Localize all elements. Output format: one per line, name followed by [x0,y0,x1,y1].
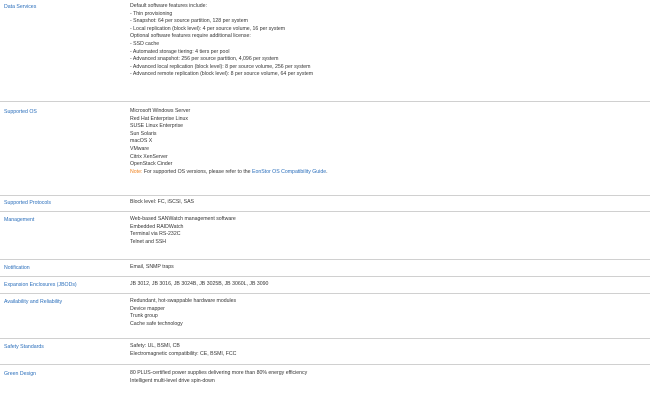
spec-value: Redundant, hot-swappable hardware module… [130,298,650,338]
spec-line: Intelligent multi-level drive spin-down [130,377,215,384]
spec-line: Red Hat Enterprise Linux [130,115,188,122]
spec-row-availability-reliability: Availability and Reliability Redundant, … [0,294,650,339]
spec-line: - Snapshot: 64 per source partition, 128… [130,18,248,25]
note-label: Note: [130,168,143,175]
spec-line: OpenStack Cinder [130,161,173,168]
spec-row-supported-protocols: Supported Protocols Block level: FC, iSC… [0,196,650,212]
spec-value: Microsoft Windows Server Red Hat Enterpr… [130,108,650,195]
spec-line: Electromagnetic compatibility: CE, BSMI,… [130,350,237,357]
spec-value: Block level: FC, iSCSI, SAS [130,199,650,211]
spec-label: Notification [4,265,30,271]
spec-line: Device mapper [130,305,165,312]
spec-row-notification: Notification Email, SNMP traps [0,260,650,277]
spec-line: - Advanced snapshot: 256 per source part… [130,56,279,63]
spec-line: - SSD cache [130,40,160,47]
spec-line: Telnet and SSH [130,238,167,245]
spec-label: Management [4,217,35,223]
specifications-table: Data Services Default software features … [0,0,650,393]
spec-line: - Thin provisioning [130,10,173,17]
compatibility-guide-link[interactable]: EonStor OS Compatibility Guide [252,169,326,175]
spec-line: Trunk group [130,313,158,320]
spec-value: Safety: UL, BSMI, CB Electromagnetic com… [130,343,650,364]
spec-line: Web-based SANWatch management software [130,216,236,222]
spec-line: Citrix XenServer [130,153,168,160]
spec-line: macOS X [130,138,153,145]
spec-line: Block level: FC, iSCSI, SAS [130,199,194,205]
spec-label: Supported OS [4,109,37,115]
note-end: . [326,168,328,175]
spec-value: Email, SNMP traps [130,264,650,276]
spec-row-supported-os: Supported OS Microsoft Windows Server Re… [0,102,650,196]
spec-line: - Automated storage tiering: 4 tiers per… [130,48,230,55]
spec-label: Supported Protocols [4,200,52,206]
spec-line: - Local replication (block level): 4 per… [130,25,286,32]
spec-label: Availability and Reliability [4,299,63,305]
spec-value: 80 PLUS-certified power supplies deliver… [130,370,650,393]
spec-value: JB 3012, JB 3016, JB 3024B, JB 3025B, JB… [130,281,650,293]
spec-label: Expansion Enclosures (JBODs) [4,282,77,288]
spec-line: - Advanced remote replication (block lev… [130,71,314,78]
spec-line: VMware [130,145,150,152]
spec-row-management: Management Web-based SANWatch management… [0,212,650,260]
spec-line: Default software features include: [130,3,207,9]
spec-row-expansion-enclosures: Expansion Enclosures (JBODs) JB 3012, JB… [0,277,650,294]
spec-value: Web-based SANWatch management software E… [130,216,650,259]
spec-label: Data Services [4,4,37,10]
spec-line: Sun Solaris [130,130,157,137]
spec-label: Safety Standards [4,344,44,350]
spec-line: JB 3012, JB 3016, JB 3024B, JB 3025B, JB… [130,281,269,287]
os-note: Note: For supported OS versions, please … [130,169,650,177]
spec-line: SUSE Linux Enterprise [130,123,184,130]
spec-line: 80 PLUS-certified power supplies deliver… [130,370,308,376]
spec-line: Microsoft Windows Server [130,108,191,114]
spec-line: Terminal via RS-232C [130,231,181,238]
spec-line: - Advanced local replication (block leve… [130,63,311,70]
note-text: For supported OS versions, please refer … [142,168,252,175]
spec-line: Safety: UL, BSMI, CB [130,343,180,349]
spec-line: Redundant, hot-swappable hardware module… [130,298,237,304]
spec-row-safety-standards: Safety Standards Safety: UL, BSMI, CB El… [0,339,650,365]
spec-row-data-services: Data Services Default software features … [0,0,650,102]
spec-line: Email, SNMP traps [130,264,174,270]
spec-line: Optional software features require addit… [130,33,251,40]
spec-line: Cache safe technology [130,320,183,327]
spec-line: Embedded RAIDWatch [130,223,184,230]
spec-row-green-design: Green Design 80 PLUS-certified power sup… [0,365,650,393]
spec-label: Green Design [4,371,37,377]
spec-value: Default software features include: - Thi… [130,3,650,101]
